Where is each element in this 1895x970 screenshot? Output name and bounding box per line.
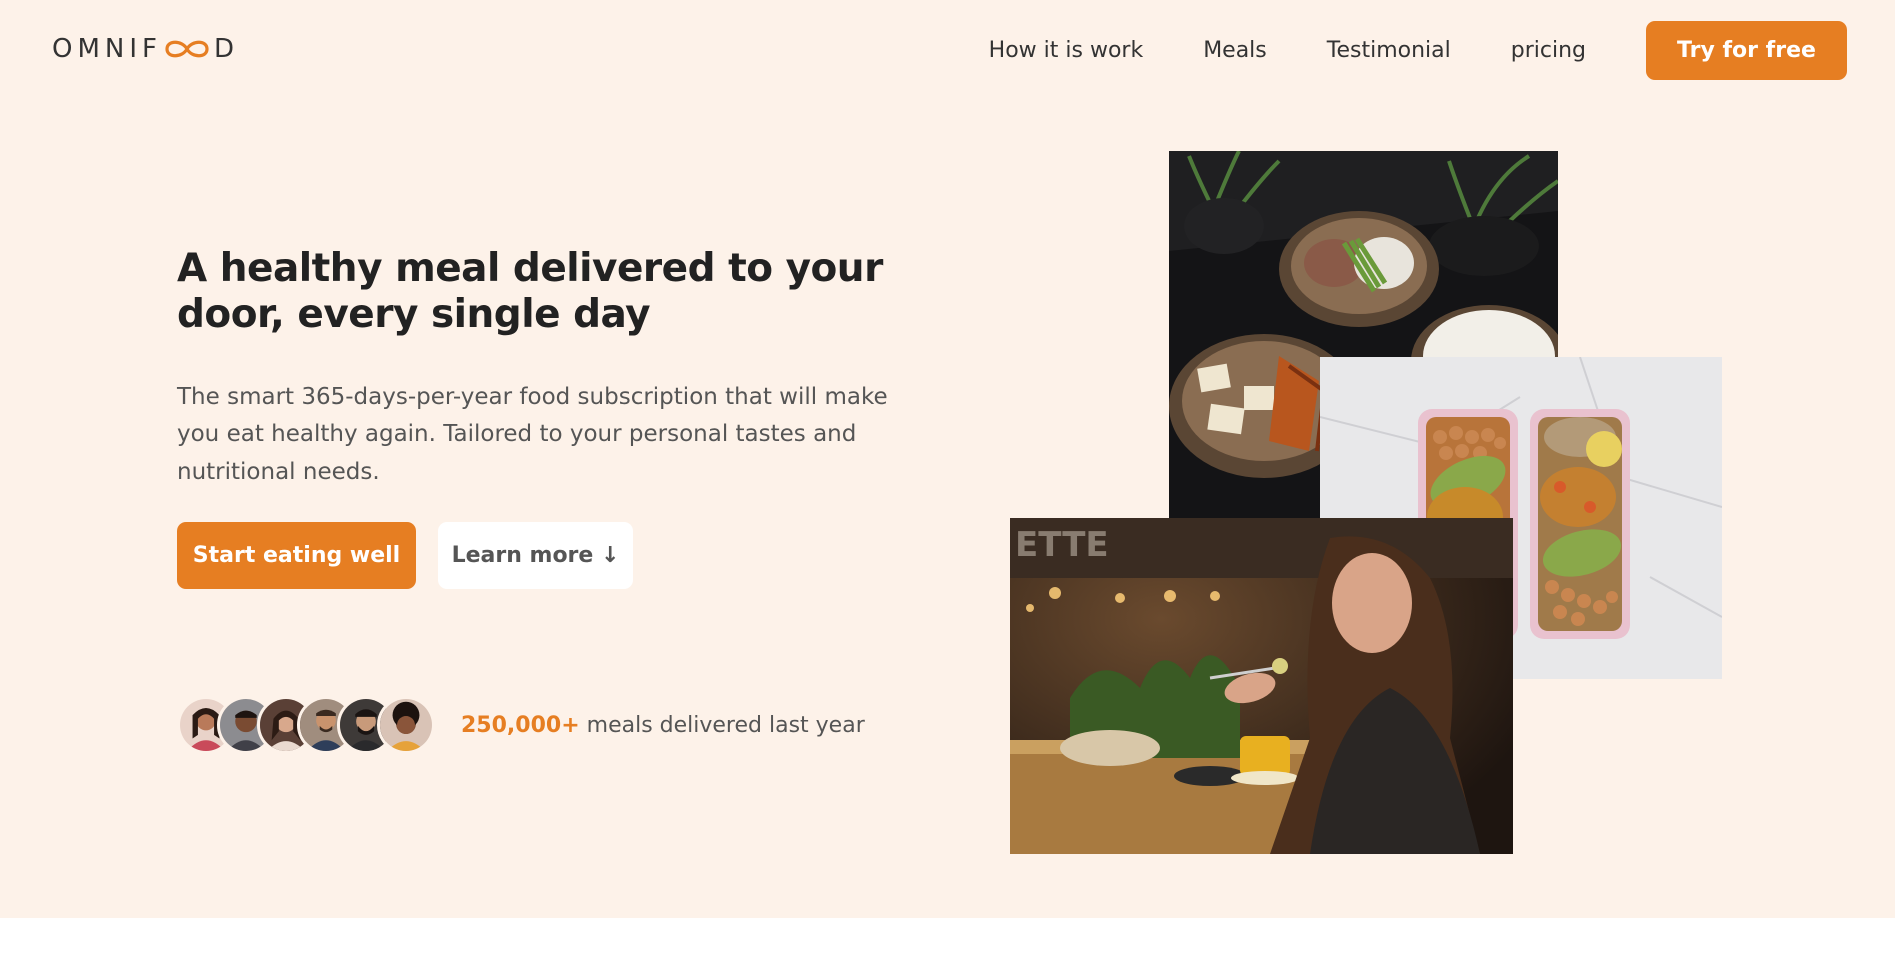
delivered-count: 250,000+: [461, 712, 580, 738]
delivered-label: meals delivered last year: [579, 712, 865, 738]
customer-avatar: [377, 696, 435, 754]
try-for-free-button[interactable]: Try for free: [1646, 20, 1847, 80]
hero-section: OMNIF D How it is work Meals Testimonial…: [0, 0, 1895, 918]
logo-text-left: OMNIF: [52, 34, 162, 64]
logo[interactable]: OMNIF D: [52, 34, 239, 64]
site-header: OMNIF D How it is work Meals Testimonial…: [0, 0, 1895, 100]
nav-pricing[interactable]: pricing: [1511, 38, 1586, 63]
learn-more-button[interactable]: Learn more ↓: [438, 522, 633, 589]
delivered-text: 250,000+ meals delivered last year: [461, 713, 865, 738]
logo-text-right: D: [213, 34, 240, 64]
hero-title: A healthy meal delivered to your door, e…: [177, 246, 883, 338]
infinity-icon: [162, 37, 212, 61]
start-eating-well-button[interactable]: Start eating well: [177, 522, 416, 589]
nav-testimonial[interactable]: Testimonial: [1327, 38, 1451, 63]
hero-description: The smart 365-days-per-year food subscri…: [177, 384, 888, 485]
main-nav: How it is work Meals Testimonial pricing…: [989, 20, 1895, 80]
delivered-meals: 250,000+ meals delivered last year: [177, 696, 865, 754]
svg-text:ETTE: ETTE: [1015, 525, 1109, 565]
nav-how-it-works[interactable]: How it is work: [989, 38, 1144, 63]
woman-eating-photo: ETTE: [1010, 518, 1513, 854]
customer-avatars: [177, 696, 435, 754]
nav-meals[interactable]: Meals: [1203, 38, 1267, 63]
